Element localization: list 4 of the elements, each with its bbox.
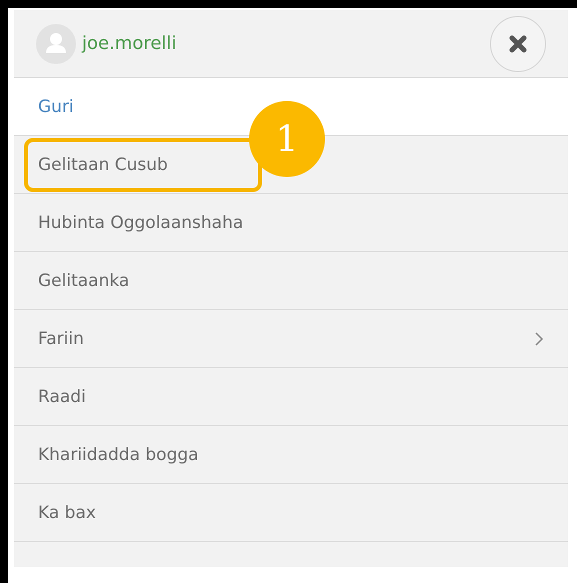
chevron-right-icon <box>534 330 544 346</box>
user-name[interactable]: joe.morelli <box>82 33 484 54</box>
close-icon <box>508 34 528 54</box>
avatar-icon <box>36 24 76 64</box>
